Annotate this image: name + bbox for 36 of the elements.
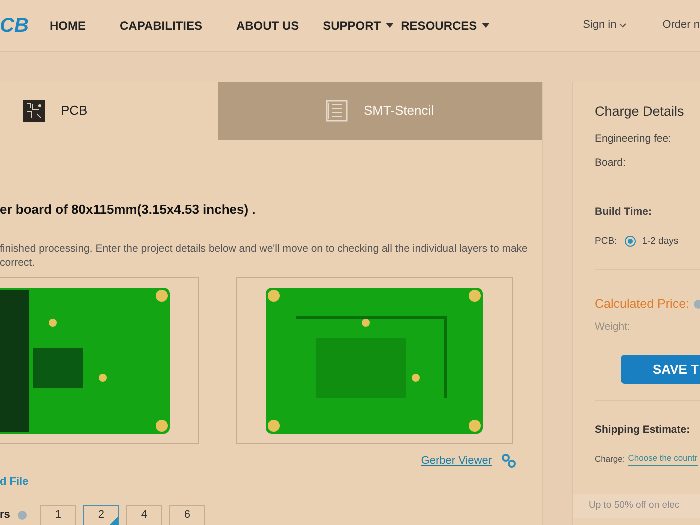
board-size-heading: er board of 80x115mm(3.15x4.53 inches) . xyxy=(0,201,257,219)
shipping-estimate-label: Shipping Estimate: xyxy=(595,423,692,438)
build-option-label: 1-2 days xyxy=(642,234,679,248)
layer-option[interactable]: 6 xyxy=(169,504,206,525)
calculated-price-label: Calculated Price: xyxy=(595,296,690,313)
promo-text: Up to 50% off on elec xyxy=(589,498,680,513)
caret-icon xyxy=(482,23,490,28)
caret-icon xyxy=(386,23,394,28)
pcb-label: PCB: xyxy=(595,234,618,248)
circuit-board-icon xyxy=(23,100,45,122)
orders-link[interactable]: Order n xyxy=(662,17,700,34)
fee-label: Engineering fee: xyxy=(595,132,672,148)
layer-option[interactable]: 1 xyxy=(40,504,76,525)
chevron-icon xyxy=(618,23,627,28)
layer-option[interactable]: 2 xyxy=(83,504,120,525)
nav-link[interactable]: RESOURCES xyxy=(401,16,490,34)
sign-in-link[interactable]: Sign in xyxy=(583,17,627,34)
nav-link[interactable]: CAPABILITIES xyxy=(120,16,202,34)
layers-label: rs xyxy=(0,508,10,524)
build-time-label: Build Time: xyxy=(595,204,653,220)
selected-corner-icon xyxy=(109,516,118,525)
layer-option[interactable]: 4 xyxy=(126,504,162,525)
description-text: finished processing. Enter the project details below and we'll move on to checking all the individual layers to make correct. xyxy=(0,242,529,270)
radio-button[interactable] xyxy=(625,236,636,248)
save-button[interactable]: SAVE T xyxy=(621,355,700,384)
charge-label: Charge: xyxy=(595,452,626,466)
help-icon xyxy=(18,511,28,520)
weight-label: Weight: xyxy=(595,320,632,334)
nav-link[interactable]: HOME xyxy=(50,16,86,34)
help-icon xyxy=(694,300,700,309)
nav-link[interactable]: SUPPORT xyxy=(323,16,394,34)
link-icon xyxy=(502,454,516,468)
charge-details-title: Charge Details xyxy=(595,103,686,121)
fee-label: Board: xyxy=(595,156,627,171)
stencil-icon xyxy=(326,100,348,122)
nav-link[interactable]: ABOUT US xyxy=(236,16,300,34)
